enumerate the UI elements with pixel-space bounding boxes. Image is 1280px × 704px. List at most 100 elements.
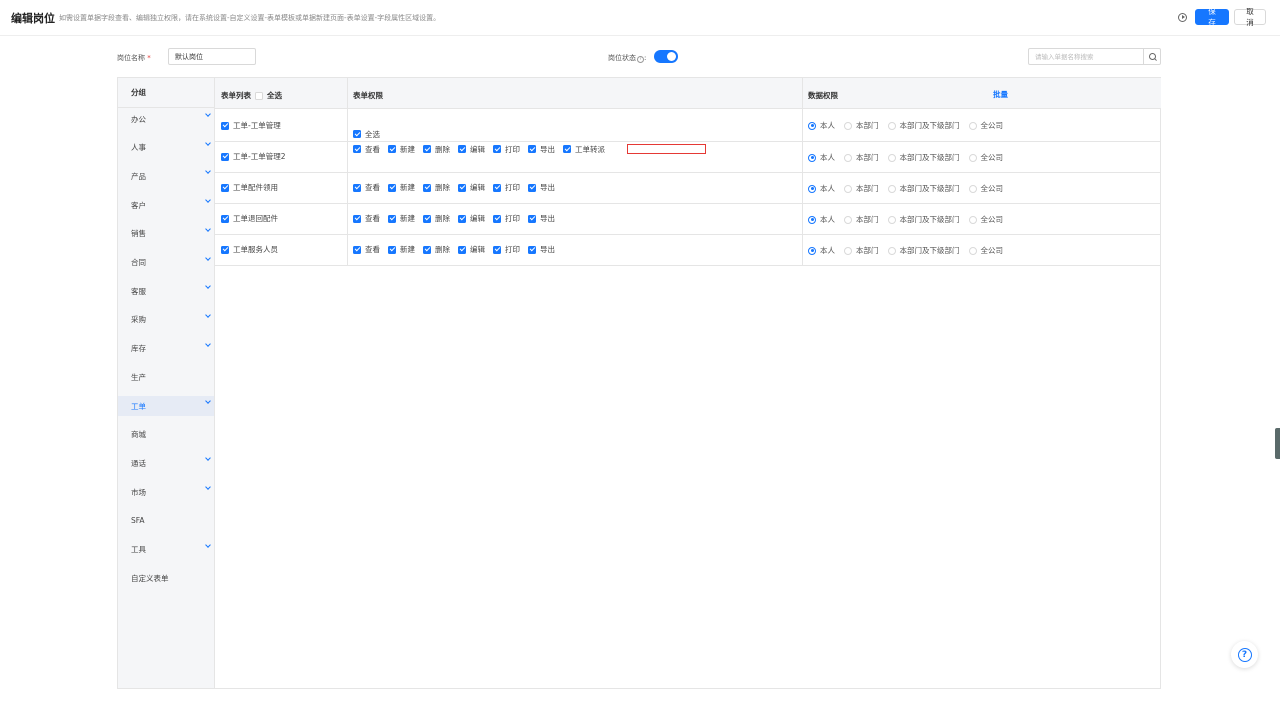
- radio-button[interactable]: [968, 246, 977, 255]
- save-button[interactable]: 保存: [1195, 7, 1229, 27]
- radio-button[interactable]: [808, 184, 816, 193]
- sidebar-item[interactable]: 商城: [118, 425, 214, 445]
- permission-checkbox[interactable]: [493, 183, 501, 192]
- permission-option[interactable]: 导出: [528, 144, 555, 155]
- permission-option[interactable]: 打印: [493, 244, 520, 255]
- sidebar-item[interactable]: 人事: [118, 138, 214, 158]
- radio-button[interactable]: [808, 153, 816, 162]
- search-input[interactable]: [1029, 49, 1143, 64]
- permission-option[interactable]: 新建: [388, 144, 415, 155]
- permission-checkbox[interactable]: [458, 245, 466, 254]
- permission-checkbox[interactable]: [388, 183, 396, 192]
- permission-option[interactable]: 查看: [353, 244, 380, 255]
- play-circle-icon[interactable]: [1178, 12, 1187, 22]
- radio-button[interactable]: [887, 215, 896, 224]
- sidebar-item[interactable]: 销售: [118, 224, 214, 244]
- permission-option[interactable]: 新建: [388, 182, 415, 193]
- permission-checkbox[interactable]: [563, 145, 571, 153]
- radio-button[interactable]: [968, 153, 977, 162]
- help-button[interactable]: ?: [1231, 641, 1258, 668]
- permission-checkbox[interactable]: [528, 245, 536, 254]
- data-scope-option[interactable]: 全公司: [968, 214, 1003, 225]
- form-checkbox[interactable]: [221, 214, 229, 223]
- permission-checkbox[interactable]: [528, 214, 536, 223]
- radio-button[interactable]: [968, 184, 977, 193]
- permission-option[interactable]: 编辑: [458, 213, 485, 224]
- permission-checkbox[interactable]: [423, 145, 431, 153]
- radio-button[interactable]: [808, 246, 816, 255]
- permission-option[interactable]: 编辑: [458, 244, 485, 255]
- select-all-forms-checkbox[interactable]: [255, 91, 263, 100]
- data-scope-option[interactable]: 全公司: [968, 120, 1003, 131]
- select-all-permissions-checkbox[interactable]: [353, 130, 361, 138]
- permission-option[interactable]: 编辑: [458, 144, 485, 155]
- sidebar-item[interactable]: 采购: [118, 310, 214, 330]
- permission-checkbox[interactable]: [423, 183, 431, 192]
- permission-option[interactable]: 查看: [353, 182, 380, 193]
- sidebar-item[interactable]: 市场: [118, 482, 214, 502]
- permission-option[interactable]: 打印: [493, 213, 520, 224]
- sidebar-item[interactable]: 客服: [118, 281, 214, 301]
- data-scope-option[interactable]: 本部门: [844, 245, 879, 256]
- position-status-toggle[interactable]: [654, 50, 678, 63]
- data-scope-option[interactable]: 本人: [808, 152, 835, 163]
- cancel-button[interactable]: 取消: [1234, 7, 1266, 27]
- permission-checkbox[interactable]: [353, 245, 361, 254]
- sidebar-item[interactable]: 工具: [118, 540, 214, 560]
- sidebar-item[interactable]: 合同: [118, 253, 214, 273]
- form-checkbox[interactable]: [221, 245, 229, 254]
- permission-option[interactable]: 删除: [423, 144, 450, 155]
- permission-option[interactable]: 新建: [388, 244, 415, 255]
- permission-checkbox[interactable]: [458, 183, 466, 192]
- data-scope-option[interactable]: 本部门及下级部门: [887, 152, 960, 163]
- radio-button[interactable]: [808, 215, 816, 224]
- radio-button[interactable]: [887, 246, 896, 255]
- permission-checkbox[interactable]: [353, 145, 361, 153]
- position-name-input[interactable]: [168, 48, 256, 65]
- data-scope-option[interactable]: 本部门及下级部门: [887, 245, 960, 256]
- sidebar-item[interactable]: 办公: [118, 109, 214, 129]
- form-checkbox[interactable]: [221, 152, 229, 161]
- permission-checkbox[interactable]: [353, 214, 361, 223]
- radio-button[interactable]: [968, 215, 977, 224]
- permission-option[interactable]: 查看: [353, 213, 380, 224]
- data-scope-option[interactable]: 本部门及下级部门: [887, 183, 960, 194]
- radio-button[interactable]: [844, 184, 852, 193]
- radio-button[interactable]: [844, 121, 852, 130]
- radio-button[interactable]: [968, 121, 977, 130]
- permission-checkbox[interactable]: [493, 214, 501, 223]
- sidebar-item[interactable]: 通话: [118, 453, 214, 473]
- permission-checkbox[interactable]: [493, 145, 501, 153]
- permission-checkbox[interactable]: [493, 245, 501, 254]
- data-scope-option[interactable]: 本人: [808, 120, 835, 131]
- permission-option[interactable]: 删除: [423, 244, 450, 255]
- radio-button[interactable]: [808, 121, 816, 130]
- batch-link[interactable]: 批量: [993, 89, 1008, 100]
- permission-select-all[interactable]: 全选: [353, 129, 380, 139]
- search-icon[interactable]: [1143, 49, 1160, 64]
- sidebar-item[interactable]: 库存: [118, 339, 214, 359]
- data-scope-option[interactable]: 本人: [808, 214, 835, 225]
- permission-option[interactable]: 打印: [493, 144, 520, 155]
- data-scope-option[interactable]: 本部门及下级部门: [887, 214, 960, 225]
- permission-checkbox[interactable]: [528, 183, 536, 192]
- data-scope-option[interactable]: 本部门: [844, 214, 879, 225]
- permission-checkbox[interactable]: [423, 214, 431, 223]
- permission-option[interactable]: 打印: [493, 182, 520, 193]
- data-scope-option[interactable]: 本人: [808, 183, 835, 194]
- radio-button[interactable]: [844, 153, 852, 162]
- sidebar-item[interactable]: 工单: [118, 396, 214, 416]
- data-scope-option[interactable]: 本部门: [844, 183, 879, 194]
- permission-option[interactable]: 编辑: [458, 182, 485, 193]
- sidebar-item[interactable]: 生产: [118, 367, 214, 387]
- side-drawer-handle[interactable]: [1275, 428, 1280, 459]
- permission-option[interactable]: 删除: [423, 182, 450, 193]
- form-checkbox[interactable]: [221, 121, 229, 130]
- permission-checkbox[interactable]: [423, 245, 431, 254]
- help-icon[interactable]: ?: [637, 56, 644, 63]
- permission-checkbox[interactable]: [458, 145, 466, 153]
- permission-option[interactable]: 导出: [528, 244, 555, 255]
- data-scope-option[interactable]: 全公司: [968, 245, 1003, 256]
- sidebar-item[interactable]: 自定义表单: [118, 568, 214, 588]
- permission-option[interactable]: 导出: [528, 213, 555, 224]
